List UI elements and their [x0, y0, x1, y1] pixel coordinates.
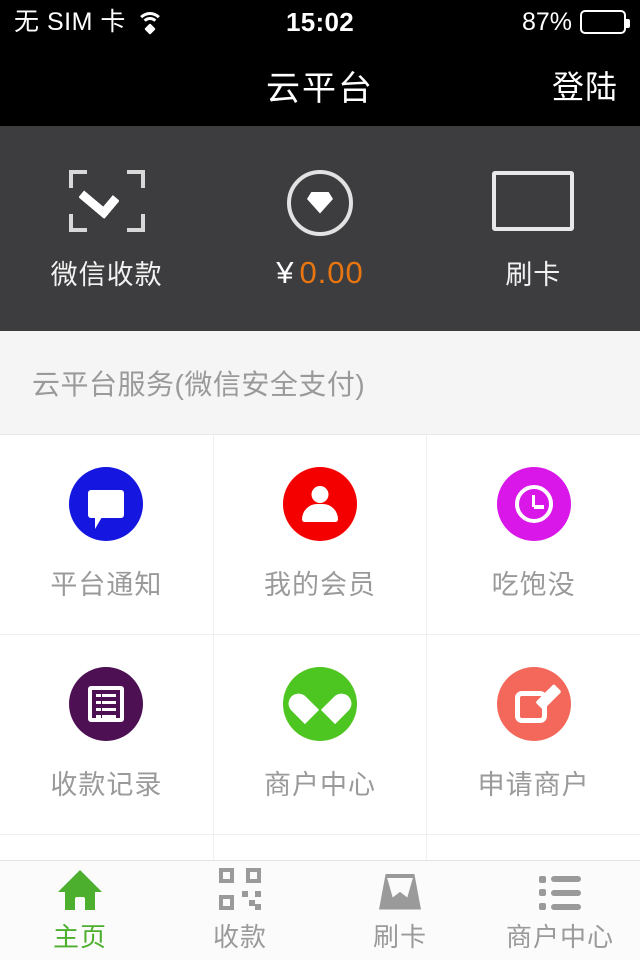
page-title: 云平台: [266, 69, 374, 108]
grid-item-label: 商户中心: [264, 770, 376, 800]
heart-icon: [283, 667, 357, 741]
chat-bubble-icon: [69, 467, 144, 541]
summary-panel: 微信收款 ¥0.00 刷卡: [0, 126, 640, 331]
battery-percent-label: 87%: [521, 7, 572, 36]
credit-card-icon: [492, 165, 575, 237]
wechat-collect-label: 微信收款: [50, 260, 163, 290]
grid-row-partial: [0, 835, 640, 860]
tab-collect-label: 收款: [212, 921, 267, 952]
clock-icon: [496, 467, 571, 541]
grid-item-label: 平台通知: [50, 570, 163, 600]
grid-item-label: 申请商户: [477, 770, 590, 800]
home-icon: [58, 868, 102, 910]
battery-icon: [580, 10, 630, 34]
service-grid: 平台通知 我的会员 吃饱没 收款记录 商户中心 申请商户: [0, 435, 640, 860]
grid-item-label: 吃饱没: [491, 570, 576, 600]
grid-item-label: 收款记录: [50, 770, 163, 800]
swipe-card-label: 刷卡: [505, 260, 562, 290]
list-icon: [539, 868, 581, 910]
balance-amount: ¥0.00: [276, 255, 364, 291]
swipe-card-button[interactable]: 刷卡: [427, 165, 640, 292]
app-screen: 无 SIM 卡 15:02 87% 云平台 登陆 微信收款 ¥ 0.00 刷卡 …: [0, 0, 640, 960]
tab-swipe-card-label: 刷卡: [372, 921, 427, 952]
tab-collect[interactable]: 收款: [160, 867, 320, 954]
tab-swipe-card[interactable]: 刷卡: [320, 868, 480, 954]
currency-symbol: ¥: [276, 254, 295, 290]
grid-item-label: 我的会员: [264, 570, 376, 600]
grid-item-my-members[interactable]: 我的会员: [214, 435, 428, 634]
status-bar-right: 87%: [521, 7, 630, 37]
tab-merchant-center[interactable]: 商户中心: [480, 868, 640, 954]
grid-item-placeholder[interactable]: [427, 835, 640, 860]
status-bar: 无 SIM 卡 15:02 87%: [0, 0, 640, 44]
grid-item-chibaomei[interactable]: 吃饱没: [427, 435, 640, 634]
qrcode-icon: [219, 867, 261, 910]
tab-bar: 主页 收款 刷卡 商户中心: [0, 860, 640, 960]
grid-item-apply-merchant[interactable]: 申请商户: [427, 635, 640, 834]
grid-item-placeholder[interactable]: [0, 835, 214, 860]
balance-display[interactable]: ¥0.00: [213, 167, 426, 291]
scan-check-icon: [68, 165, 145, 237]
gem-circle-icon: [286, 167, 353, 239]
grid-item-payment-records[interactable]: 收款记录: [0, 635, 214, 834]
edit-square-icon: [496, 667, 571, 741]
section-header: 云平台服务(微信安全支付): [0, 331, 640, 435]
section-header-label: 云平台服务(微信安全支付): [32, 368, 366, 400]
inbox-icon: [379, 868, 421, 910]
amount-value: 0.00: [299, 254, 364, 290]
person-icon: [283, 467, 357, 541]
grid-row: 收款记录 商户中心 申请商户: [0, 635, 640, 835]
list-records-icon: [69, 667, 144, 741]
tab-merchant-center-label: 商户中心: [505, 921, 614, 952]
grid-item-merchant-center[interactable]: 商户中心: [214, 635, 428, 834]
wechat-collect-button[interactable]: 微信收款: [0, 165, 213, 292]
login-button[interactable]: 登陆: [552, 62, 618, 108]
tab-home-label: 主页: [52, 921, 107, 952]
grid-row: 平台通知 我的会员 吃饱没: [0, 435, 640, 635]
nav-bar: 云平台 登陆: [0, 44, 640, 126]
grid-item-placeholder[interactable]: [214, 835, 428, 860]
tab-home[interactable]: 主页: [0, 868, 160, 954]
grid-item-platform-notice[interactable]: 平台通知: [0, 435, 214, 634]
